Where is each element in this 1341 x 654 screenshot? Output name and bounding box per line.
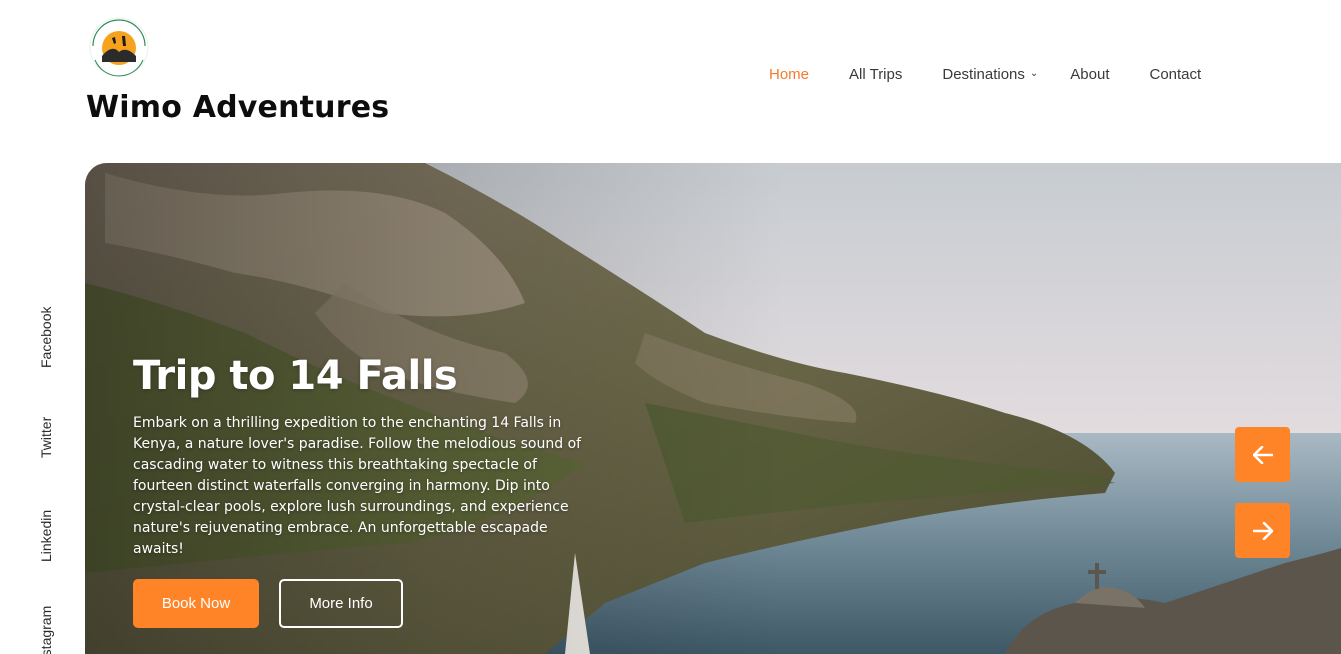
slider-prev-button[interactable] bbox=[1235, 427, 1290, 482]
nav-about[interactable]: About bbox=[1070, 66, 1109, 83]
slider-next-button[interactable] bbox=[1235, 503, 1290, 558]
hero-slider: Trip to 14 Falls Embark on a thrilling e… bbox=[85, 163, 1341, 654]
arrow-left-icon bbox=[1252, 445, 1273, 464]
brand-title[interactable]: Wimo Adventures bbox=[86, 90, 389, 125]
social-facebook[interactable]: Facebook bbox=[38, 307, 54, 368]
social-instagram[interactable]: Instagram bbox=[38, 606, 54, 654]
nav-destinations[interactable]: Destinations ⌄ bbox=[942, 66, 1038, 83]
main-nav: Home All Trips Destinations ⌄ About Cont… bbox=[769, 66, 1201, 83]
nav-destinations-label: Destinations bbox=[942, 66, 1025, 83]
nav-contact[interactable]: Contact bbox=[1150, 66, 1202, 83]
logo[interactable] bbox=[86, 16, 152, 78]
social-linkedin[interactable]: Linkedin bbox=[38, 510, 54, 562]
arrow-right-icon bbox=[1252, 521, 1273, 540]
logo-emblem bbox=[89, 17, 149, 77]
social-twitter[interactable]: Twitter bbox=[38, 417, 54, 458]
chevron-down-icon: ⌄ bbox=[1029, 68, 1039, 79]
hero-description: Embark on a thrilling expedition to the … bbox=[133, 415, 582, 557]
hero-title: Trip to 14 Falls bbox=[133, 353, 458, 399]
more-info-button[interactable]: More Info bbox=[279, 579, 403, 628]
nav-all-trips[interactable]: All Trips bbox=[849, 66, 902, 83]
hero-background-image bbox=[85, 163, 1341, 654]
social-sidebar: Facebook Twitter Linkedin Instagram bbox=[0, 280, 80, 654]
nav-home[interactable]: Home bbox=[769, 66, 809, 83]
book-now-button[interactable]: Book Now bbox=[133, 579, 259, 628]
